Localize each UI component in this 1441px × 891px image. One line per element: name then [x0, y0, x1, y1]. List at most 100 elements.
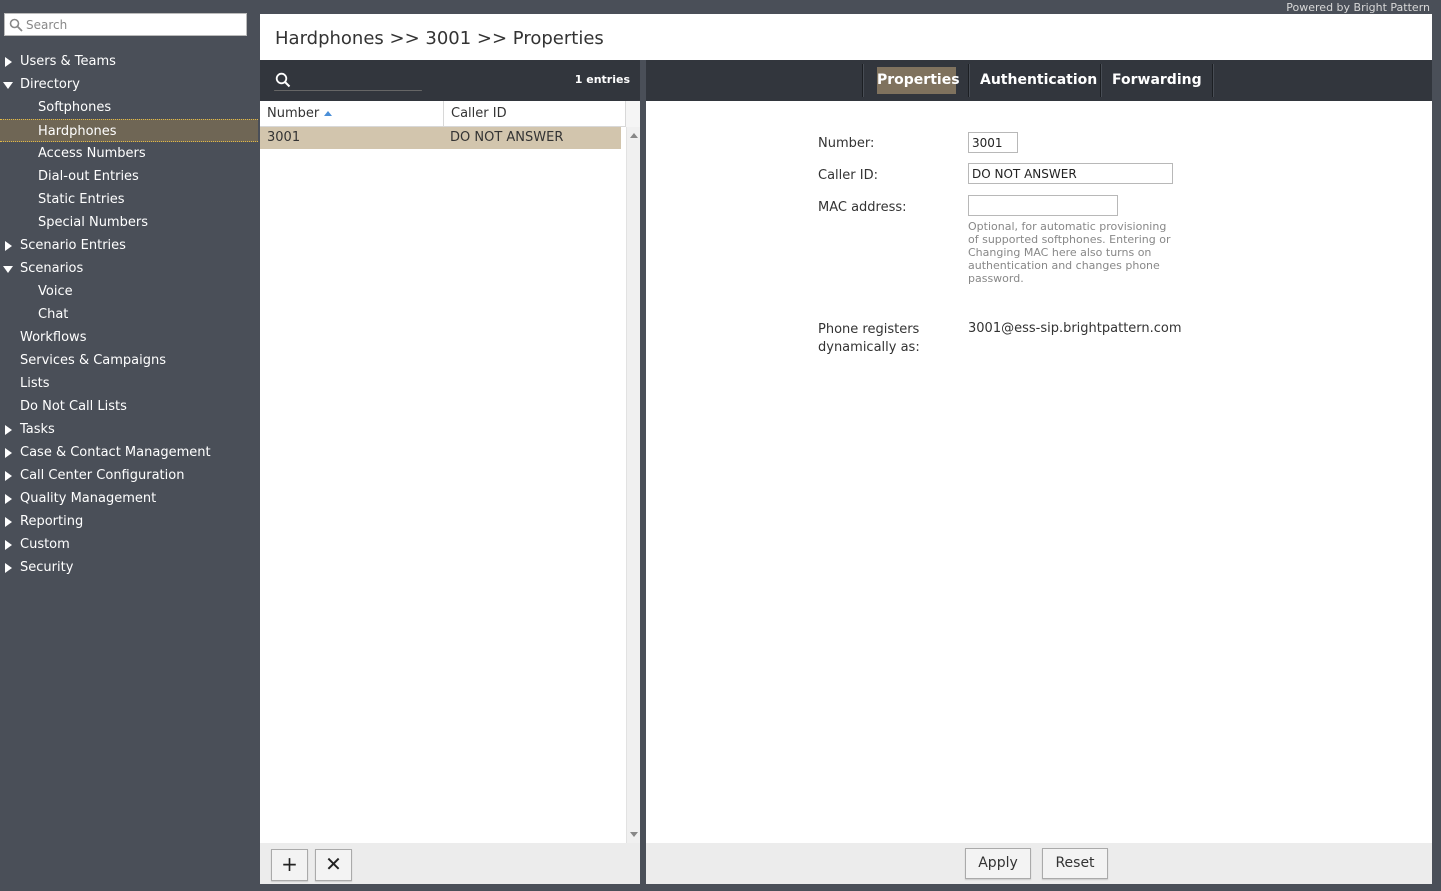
- breadcrumb: Hardphones >> 3001 >> Properties: [275, 28, 604, 49]
- sidebar-item-label: Services & Campaigns: [20, 353, 167, 368]
- sidebar-item-chat[interactable]: Chat: [0, 303, 258, 326]
- tab-authentication[interactable]: Authentication: [980, 67, 1097, 94]
- list-toolbar: 1 entries: [260, 60, 640, 101]
- sidebar-item-dial-out-entries[interactable]: Dial-out Entries: [0, 165, 258, 188]
- sidebar-item-label: Dial-out Entries: [38, 169, 139, 184]
- sidebar-item-label: Static Entries: [38, 192, 125, 207]
- sidebar-item-label: Chat: [38, 307, 69, 322]
- triangle-right-icon[interactable]: [5, 517, 12, 527]
- number-label: Number:: [818, 136, 875, 151]
- tab-separator: [968, 64, 970, 97]
- sidebar-item-lists[interactable]: Lists: [0, 372, 258, 395]
- sidebar-item-label: Tasks: [20, 422, 55, 437]
- detail-footer: Apply Reset: [646, 843, 1432, 884]
- sidebar-item-voice[interactable]: Voice: [0, 280, 258, 303]
- sidebar-nav: Users & Teams Directory Softphones Hardphon…: [0, 50, 258, 579]
- sidebar-item-label: Call Center Configuration: [20, 468, 185, 483]
- sidebar-item-services-and-campaigns[interactable]: Services & Campaigns: [0, 349, 258, 372]
- detail-panel: Properties Authentication Forwarding Num…: [646, 60, 1432, 884]
- sidebar-item-quality-management[interactable]: Quality Management: [0, 487, 258, 510]
- entries-count: 1 entries: [574, 73, 630, 86]
- registers-label-line2: dynamically as:: [818, 340, 920, 355]
- sidebar-item-special-numbers[interactable]: Special Numbers: [0, 211, 258, 234]
- triangle-down-icon[interactable]: [3, 82, 13, 89]
- list-search-icon[interactable]: [275, 72, 291, 88]
- reset-button[interactable]: Reset: [1042, 848, 1108, 879]
- sidebar-item-do-not-call-lists[interactable]: Do Not Call Lists: [0, 395, 258, 418]
- triangle-right-icon[interactable]: [5, 540, 12, 550]
- sidebar-item-access-numbers[interactable]: Access Numbers: [0, 142, 258, 165]
- column-header-caller-id-label: Caller ID: [451, 106, 507, 121]
- sidebar-item-label: Special Numbers: [38, 215, 148, 230]
- sidebar-item-tasks[interactable]: Tasks: [0, 418, 258, 441]
- registers-label-line1: Phone registers: [818, 322, 920, 337]
- sidebar-item-label: Directory: [20, 77, 80, 92]
- grid-body: 3001 DO NOT ANSWER: [260, 127, 626, 843]
- sidebar-item-label: Scenarios: [20, 261, 84, 276]
- list-panel: 1 entries Number Caller ID 3001 DO NOT A…: [260, 60, 640, 884]
- sidebar-item-softphones[interactable]: Softphones: [0, 96, 258, 119]
- sidebar-item-hardphones[interactable]: Hardphones: [0, 119, 258, 142]
- table-row[interactable]: 3001 DO NOT ANSWER: [260, 127, 621, 149]
- tab-separator: [1100, 64, 1102, 97]
- triangle-right-icon[interactable]: [5, 563, 12, 573]
- tab-separator: [862, 64, 864, 97]
- sidebar-item-label: Do Not Call Lists: [20, 399, 127, 414]
- cell-number: 3001: [267, 130, 301, 145]
- registers-value: 3001@ess-sip.brightpattern.com: [968, 321, 1182, 336]
- sidebar-item-workflows[interactable]: Workflows: [0, 326, 258, 349]
- triangle-right-icon[interactable]: [5, 425, 12, 435]
- tab-separator: [1212, 64, 1214, 97]
- sidebar-item-scenarios[interactable]: Scenarios: [0, 257, 258, 280]
- add-button[interactable]: +: [271, 849, 308, 881]
- cell-caller-id: DO NOT ANSWER: [450, 130, 564, 145]
- grid-header: Number Caller ID: [260, 101, 626, 127]
- sidebar-item-label: Scenario Entries: [20, 238, 126, 253]
- column-header-caller-id[interactable]: Caller ID: [444, 101, 626, 127]
- tab-forwarding[interactable]: Forwarding: [1112, 67, 1202, 94]
- scroll-down-icon[interactable]: [630, 832, 638, 837]
- sidebar-item-label: Reporting: [20, 514, 84, 529]
- mac-address-field[interactable]: [968, 195, 1118, 216]
- sidebar-search-input[interactable]: [26, 16, 241, 33]
- caller-id-label: Caller ID:: [818, 168, 878, 183]
- triangle-down-icon[interactable]: [3, 266, 13, 273]
- triangle-right-icon[interactable]: [5, 494, 12, 504]
- search-icon: [9, 18, 23, 32]
- sidebar-item-label: Case & Contact Management: [20, 445, 211, 460]
- tab-bar: Properties Authentication Forwarding: [646, 60, 1432, 101]
- caller-id-field[interactable]: [968, 163, 1173, 184]
- list-scrollbar[interactable]: [626, 127, 640, 843]
- sidebar-item-call-center-configuration[interactable]: Call Center Configuration: [0, 464, 258, 487]
- mac-address-label: MAC address:: [818, 200, 907, 215]
- number-field[interactable]: [968, 132, 1018, 153]
- triangle-right-icon[interactable]: [5, 241, 12, 251]
- tab-properties[interactable]: Properties: [877, 67, 960, 94]
- triangle-right-icon[interactable]: [5, 448, 12, 458]
- sidebar-item-reporting[interactable]: Reporting: [0, 510, 258, 533]
- sidebar-item-static-entries[interactable]: Static Entries: [0, 188, 258, 211]
- list-search-input[interactable]: [274, 90, 422, 91]
- delete-button[interactable]: ✕: [315, 849, 352, 881]
- sidebar-item-case-and-contact-management[interactable]: Case & Contact Management: [0, 441, 258, 464]
- sidebar-item-label: Quality Management: [20, 491, 157, 506]
- sidebar-search[interactable]: [4, 13, 247, 36]
- sidebar-item-scenario-entries[interactable]: Scenario Entries: [0, 234, 258, 257]
- scroll-up-icon[interactable]: [630, 133, 638, 138]
- mac-address-hint: Optional, for automatic provisioning of …: [968, 220, 1171, 285]
- triangle-right-icon[interactable]: [5, 57, 12, 67]
- sidebar-item-label: Users & Teams: [20, 54, 116, 69]
- sidebar-item-custom[interactable]: Custom: [0, 533, 258, 556]
- sort-ascending-icon: [324, 111, 333, 116]
- sidebar-item-label: Hardphones: [38, 124, 117, 139]
- sidebar-item-label: Softphones: [38, 100, 112, 115]
- sidebar-item-security[interactable]: Security: [0, 556, 258, 579]
- sidebar-item-users-and-teams[interactable]: Users & Teams: [0, 50, 258, 73]
- apply-button[interactable]: Apply: [965, 848, 1031, 879]
- triangle-right-icon[interactable]: [5, 471, 12, 481]
- sidebar-item-directory[interactable]: Directory: [0, 73, 258, 96]
- sidebar-item-label: Workflows: [20, 330, 87, 345]
- sidebar-item-label: Voice: [38, 284, 73, 299]
- list-footer: + ✕: [260, 843, 640, 884]
- column-header-number[interactable]: Number: [260, 101, 444, 127]
